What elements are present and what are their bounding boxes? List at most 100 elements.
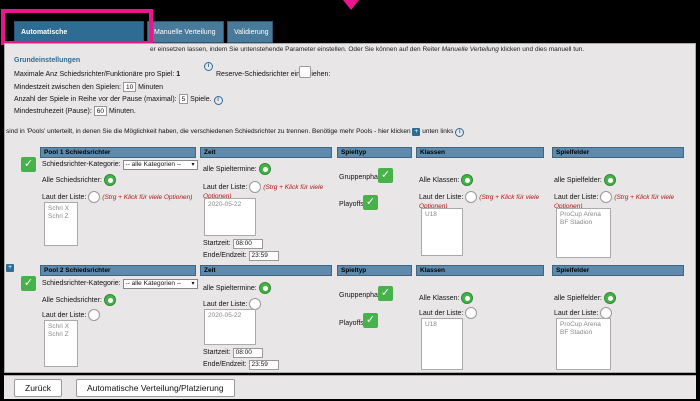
list-item[interactable]: 2020-05-22 [208, 201, 252, 209]
alle-klassen-label: Alle Klassen: [419, 294, 460, 302]
pool2-title: Pool 2 Schiedsrichter [40, 265, 196, 276]
spieltermine-toggle[interactable] [258, 282, 271, 294]
laut-liste-toggle[interactable] [465, 191, 478, 203]
alle-felder-toggle[interactable] [603, 174, 616, 186]
info-icon[interactable]: i [455, 128, 465, 137]
end-label: Ende/Endzeit: [203, 361, 247, 368]
pool1-date-list[interactable]: 2020-05-22 [204, 198, 256, 236]
laut-liste-label: Laut der Liste: [419, 309, 464, 317]
alle-sr-toggle[interactable] [103, 294, 116, 306]
alle-felder-label: alle Spielfelder: [554, 294, 602, 302]
tab-manuelle-verteilung[interactable]: Manuelle Verteilung [147, 21, 224, 43]
start-input[interactable]: 08:00 [232, 239, 263, 249]
manuelle-link[interactable]: Manuelle Verteilung [442, 46, 499, 53]
ruhe-input[interactable]: 60 [93, 106, 108, 116]
alle-felder-toggle[interactable] [603, 292, 616, 304]
gruppen-check-icon[interactable]: ✓ [378, 168, 393, 183]
col-spielfelder: Spielfelder [552, 265, 684, 276]
list-item[interactable]: ProCup Arena [560, 211, 607, 219]
tab-validierung[interactable]: Validierung [227, 21, 273, 43]
gruppen-check-icon[interactable]: ✓ [378, 286, 393, 301]
plus-icon[interactable]: + [412, 128, 421, 136]
reserve-checkbox[interactable] [299, 66, 311, 78]
laut-liste-toggle[interactable] [88, 191, 101, 203]
intro-text: er einsetzen lassen, indem Sie untensteh… [150, 46, 585, 53]
pool2-date-list[interactable]: 2020-05-22 [204, 309, 256, 345]
pool2-felder-list[interactable]: ProCup Arena BF Stadion [556, 318, 611, 370]
info-icon[interactable]: i [213, 96, 223, 105]
reihe-row: Anzahl der Spiele in Reihe vor der Pause… [14, 94, 223, 105]
add-pool-icon[interactable]: + [6, 264, 14, 272]
alle-sr-toggle[interactable] [103, 174, 116, 186]
alle-klassen-toggle[interactable] [461, 292, 474, 304]
reserve-label: Reserve-Schiedsrichter einbeziehen: [216, 71, 331, 78]
pool1-klassen-list[interactable]: U18 [421, 208, 463, 256]
kategorie-select[interactable]: -- alle Kategorien -- [122, 160, 198, 170]
playoffs-label: Playoffs: [339, 320, 366, 327]
pool2-alle-felder: alle Spielfelder: [554, 292, 616, 304]
start-input[interactable]: 08:00 [232, 348, 263, 358]
list-item[interactable]: Schri X [48, 205, 74, 213]
pools-info: sind in 'Pools' unterteilt, in denen Sie… [6, 128, 465, 137]
start-label: Startzeit: [203, 349, 231, 356]
ruhe-label: Mindestruhezeit (Pause): [14, 108, 92, 115]
pool1-alle-sr: Alle Schiedsrichter: [42, 174, 116, 186]
laut-liste-label: Laut der Liste: [42, 311, 87, 319]
pools-text-b: unten links [422, 128, 454, 135]
highlight-arrow [343, 0, 359, 10]
col-spielfelder: Spielfelder [552, 147, 684, 158]
back-button[interactable]: Zurück [14, 379, 62, 397]
list-item[interactable]: ProCup Arena [560, 321, 607, 329]
ruhe-unit: Minuten. [108, 108, 136, 115]
list-item[interactable]: BF Stadion [560, 329, 607, 337]
list-item[interactable]: Schri X [48, 323, 74, 331]
list-item[interactable]: BF Stadion [560, 219, 607, 227]
kategorie-label: Schiedsrichter-Kategorie: [42, 161, 121, 168]
pool2-ref-list[interactable]: Schri X Schri Z [44, 320, 78, 367]
info-icon[interactable]: i [204, 62, 213, 71]
reihe-unit: Spiele. [190, 96, 212, 103]
mindest-input[interactable]: 10 [122, 82, 137, 92]
laut-liste-label: Laut der Liste: [203, 183, 248, 191]
pools-text: sind in 'Pools' unterteilt, in denen Sie… [6, 128, 411, 135]
list-item[interactable]: U18 [425, 211, 459, 219]
laut-liste-label: Laut der Liste: [554, 309, 599, 317]
list-item[interactable]: Schri Z [48, 213, 74, 221]
pool1-felder-list[interactable]: ProCup Arena BF Stadion [556, 208, 611, 258]
playoffs-label: Playoffs: [339, 201, 366, 208]
pool1-playoffs: Playoffs: [339, 201, 366, 208]
laut-liste-toggle[interactable] [600, 191, 613, 203]
end-input[interactable]: 23:59 [248, 251, 279, 261]
list-item[interactable]: U18 [425, 321, 459, 329]
playoffs-check-icon[interactable]: ✓ [363, 195, 378, 210]
ruhe-row: Mindestruhezeit (Pause): 60 Minuten. [14, 106, 136, 116]
col-zeit: Zeit [200, 265, 332, 276]
end-input[interactable]: 23:59 [248, 360, 279, 370]
pool1-spieltermine: alle Spieltermine: [203, 163, 271, 175]
kategorie-label: Schiedsrichter-Kategorie: [42, 280, 121, 287]
pool2-check-icon[interactable]: ✓ [21, 276, 36, 291]
mindest-unit: Minuten [138, 84, 164, 91]
pool1-ref-list[interactable]: Schri X Schri Z [44, 202, 78, 246]
auto-verteilung-button[interactable]: Automatische Verteilung/Platzierung [76, 379, 235, 397]
laut-liste-toggle[interactable] [465, 307, 478, 319]
col-spieltyp: Spieltyp [337, 147, 412, 158]
reihe-input[interactable]: 5 [178, 94, 189, 104]
laut-liste-toggle[interactable] [88, 309, 101, 321]
list-item[interactable]: Schri Z [48, 331, 74, 339]
pool2-alle-sr: Alle Schiedsrichter: [42, 294, 116, 306]
col-spieltyp: Spieltyp [337, 265, 412, 276]
list-item[interactable]: 2020-05-22 [208, 312, 252, 320]
spieltermine-toggle[interactable] [258, 163, 271, 175]
reserve-row: Reserve-Schiedsrichter einbeziehen: [216, 71, 330, 78]
laut-liste-label: Laut der Liste: [203, 300, 248, 308]
pool2-start: Startzeit: 08:00 [203, 348, 263, 358]
laut-liste-toggle[interactable] [249, 181, 262, 193]
kategorie-select[interactable]: -- alle Kategorien -- [122, 279, 198, 289]
alle-klassen-toggle[interactable] [461, 174, 474, 186]
highlight-box [1, 9, 153, 45]
playoffs-check-icon[interactable]: ✓ [363, 313, 378, 328]
pool1-check-icon[interactable]: ✓ [21, 157, 36, 172]
pool2-kategorie: Schiedsrichter-Kategorie: -- alle Katego… [42, 279, 198, 289]
pool2-klassen-list[interactable]: U18 [421, 318, 463, 370]
